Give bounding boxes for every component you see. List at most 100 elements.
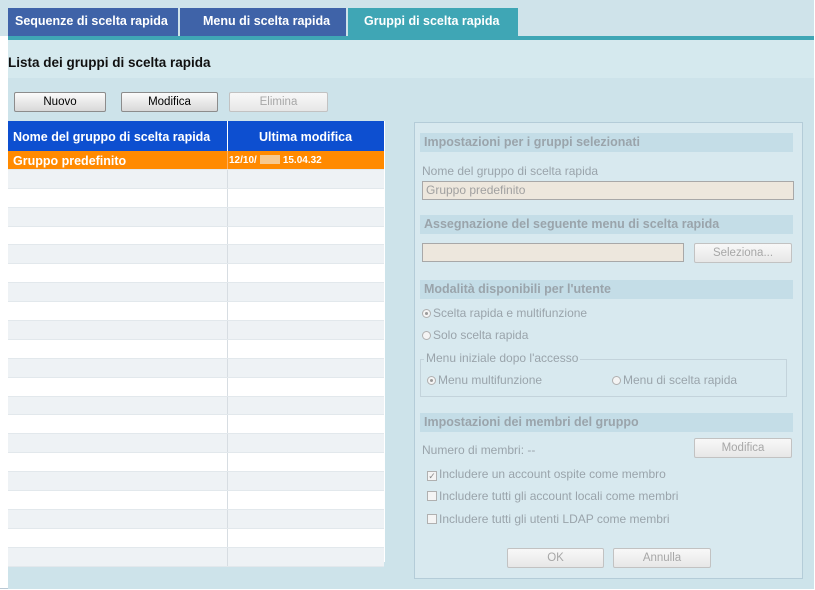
empty-row xyxy=(8,339,384,359)
empty-row xyxy=(8,434,384,454)
page-title: Lista dei gruppi di scelta rapida xyxy=(8,55,211,70)
checkbox-icon[interactable] xyxy=(427,491,437,501)
empty-row xyxy=(8,207,384,227)
members-count-label: Numero di membri: xyxy=(422,443,525,457)
empty-row xyxy=(8,509,384,529)
mode-option-1[interactable]: Scelta rapida e multifunzione xyxy=(422,306,587,320)
edit-button[interactable]: Modifica xyxy=(121,92,218,112)
table-row[interactable]: Gruppo predefinito 12/10/15.04.32 xyxy=(8,151,384,170)
radio-icon[interactable] xyxy=(422,331,431,340)
radio-selected-icon[interactable] xyxy=(422,309,431,318)
assign-menu-header: Assegnazione del seguente menu di scelta… xyxy=(420,215,793,234)
initial-menu-legend: Menu iniziale dopo l'accesso xyxy=(424,351,581,365)
list-header: Nome del gruppo di scelta rapida Ultima … xyxy=(8,121,384,151)
cell-separator xyxy=(227,169,228,188)
group-name-field[interactable]: Gruppo predefinito xyxy=(422,181,794,200)
cell-separator xyxy=(227,321,228,339)
members-edit-button[interactable]: Modifica xyxy=(694,438,792,458)
checkbox-guest[interactable]: ✓ Includere un account ospite come membro xyxy=(427,467,666,481)
group-name-label: Nome del gruppo di scelta rapida xyxy=(422,164,599,178)
initial-menu-option-1-label: Menu multifunzione xyxy=(438,373,543,387)
group-name-cell: Gruppo predefinito xyxy=(13,154,127,168)
cell-separator xyxy=(227,434,228,453)
redacted-mark xyxy=(259,155,280,164)
empty-row xyxy=(8,188,384,208)
empty-row xyxy=(8,415,384,435)
checkbox-checked-icon[interactable]: ✓ xyxy=(427,471,437,481)
empty-row xyxy=(8,377,384,397)
checkbox-ldap[interactable]: Includere tutti gli utenti LDAP come mem… xyxy=(427,512,670,526)
empty-row xyxy=(8,453,384,473)
empty-row xyxy=(8,396,384,416)
empty-row xyxy=(8,169,384,189)
empty-row xyxy=(8,264,384,284)
initial-menu-option-2-label: Menu di scelta rapida xyxy=(623,373,738,387)
group-list: Nome del gruppo di scelta rapida Ultima … xyxy=(8,121,401,567)
checkbox-guest-label: Includere un account ospite come membro xyxy=(439,467,666,481)
cell-separator xyxy=(227,264,228,283)
checkbox-local-label: Includere tutti gli account locali come … xyxy=(439,489,679,503)
tab-bar: Sequenze di scelta rapida Menu di scelta… xyxy=(0,0,814,36)
tab-gruppi[interactable]: Gruppi di scelta rapida xyxy=(348,8,518,36)
cell-separator xyxy=(227,509,228,528)
empty-row xyxy=(8,491,384,510)
members-count-value: -- xyxy=(527,443,536,457)
empty-row xyxy=(8,547,384,567)
date-prefix: 12/10/ xyxy=(229,155,257,166)
checkbox-local[interactable]: Includere tutti gli account locali come … xyxy=(427,489,678,503)
checkbox-ldap-label: Includere tutti gli utenti LDAP come mem… xyxy=(439,512,670,526)
mode-option-2[interactable]: Solo scelta rapida xyxy=(422,328,528,342)
cell-separator xyxy=(227,339,228,358)
cell-separator xyxy=(227,415,228,434)
empty-row xyxy=(8,245,384,265)
cell-separator xyxy=(227,226,228,245)
assigned-menu-field[interactable] xyxy=(422,243,684,262)
cell-separator xyxy=(227,547,228,566)
initial-menu-option-1[interactable]: Menu multifunzione xyxy=(427,373,542,387)
cell-separator xyxy=(227,491,228,509)
date-suffix: 15.04.32 xyxy=(282,155,322,166)
select-button[interactable]: Seleziona... xyxy=(694,243,792,263)
initial-menu-option-2[interactable]: Menu di scelta rapida xyxy=(612,373,737,387)
cell-separator xyxy=(227,396,228,415)
members-header: Impostazioni dei membri del gruppo xyxy=(420,413,793,432)
cell-separator xyxy=(227,453,228,472)
empty-row xyxy=(8,472,384,492)
cell-separator xyxy=(227,188,228,207)
tab-sequenze[interactable]: Sequenze di scelta rapida xyxy=(8,8,178,36)
cell-separator xyxy=(227,245,228,264)
cell-separator xyxy=(227,528,228,547)
checkbox-icon[interactable] xyxy=(427,514,437,524)
members-count: Numero di membri: -- xyxy=(422,443,535,457)
cancel-button[interactable]: Annulla xyxy=(613,548,711,568)
ok-button[interactable]: OK xyxy=(507,548,604,568)
modified-cell: 12/10/15.04.32 xyxy=(229,155,322,166)
empty-row xyxy=(8,226,384,246)
column-header-name[interactable]: Nome del gruppo di scelta rapida xyxy=(13,130,210,144)
cell-separator xyxy=(227,151,228,169)
tab-menu[interactable]: Menu di scelta rapida xyxy=(180,8,346,36)
list-rows: Gruppo predefinito 12/10/15.04.32 xyxy=(8,151,384,567)
new-button[interactable]: Nuovo xyxy=(14,92,106,112)
list-scroll-track[interactable] xyxy=(385,121,401,562)
empty-row xyxy=(8,283,384,303)
modes-header: Modalità disponibili per l'utente xyxy=(420,280,793,299)
settings-panel: Impostazioni per i gruppi selezionati No… xyxy=(414,122,803,579)
delete-button[interactable]: Elimina xyxy=(229,92,328,112)
empty-row xyxy=(8,321,384,340)
cell-separator xyxy=(227,358,228,377)
mode-option-2-label: Solo scelta rapida xyxy=(433,328,529,342)
cell-separator xyxy=(227,283,228,302)
column-separator xyxy=(227,121,228,151)
radio-selected-icon[interactable] xyxy=(427,376,436,385)
empty-row xyxy=(8,358,384,378)
column-header-modified[interactable]: Ultima modifica xyxy=(259,130,352,144)
empty-row xyxy=(8,302,384,322)
cell-separator xyxy=(227,472,228,491)
mode-option-1-label: Scelta rapida e multifunzione xyxy=(433,306,588,320)
radio-icon[interactable] xyxy=(612,376,621,385)
panel-header: Impostazioni per i gruppi selezionati xyxy=(420,133,793,152)
empty-row xyxy=(8,528,384,548)
cell-separator xyxy=(227,207,228,226)
cell-separator xyxy=(227,302,228,321)
